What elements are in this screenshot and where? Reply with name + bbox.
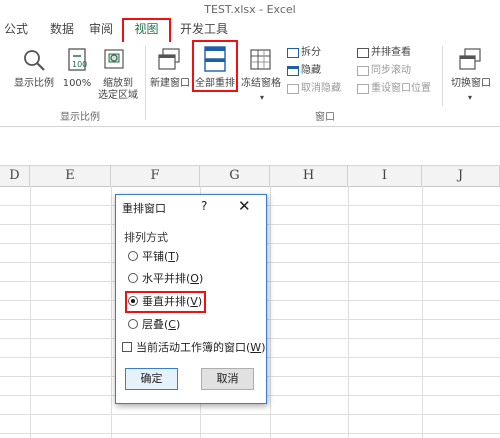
grid-line	[0, 433, 500, 434]
split-button[interactable]: 拆分	[301, 47, 331, 59]
radio-icon[interactable]	[128, 319, 138, 329]
freeze-panes-icon	[249, 48, 273, 72]
arrange-section-label: 排列方式	[124, 231, 168, 244]
new-window-button[interactable]: 新建窗口	[147, 78, 193, 90]
column-header-i[interactable]: I	[348, 166, 422, 186]
ok-button[interactable]: 确定	[125, 368, 178, 390]
arrange-windows-dialog: 重排窗口 ? ✕ 排列方式 平铺(T) 水平并排(O) 垂直并排(V) 层叠(C…	[115, 194, 267, 404]
column-header-h[interactable]: H	[270, 166, 348, 186]
unhide-button[interactable]: 取消隐藏	[301, 83, 345, 95]
tab-view[interactable]: 视图	[124, 18, 169, 40]
sync-scroll-button[interactable]: 同步滚动	[371, 65, 421, 77]
formula-bar-area	[0, 127, 500, 166]
divider	[442, 46, 443, 106]
option-vertical-label: 垂直并排	[142, 295, 186, 308]
cancel-button[interactable]: 取消	[201, 368, 254, 390]
radio-icon[interactable]	[128, 273, 138, 283]
ribbon: 显示比例 100 100% 缩放到 选定区域 显示比例 新建窗口 全部重排 冻结…	[0, 40, 500, 127]
divider	[145, 46, 146, 120]
option-horizontal-key: O	[190, 272, 199, 285]
group-label-zoom: 显示比例	[60, 112, 100, 123]
tab-review[interactable]: 审阅	[86, 18, 116, 40]
option-tiled-key: T	[168, 250, 176, 263]
option-cascade[interactable]: 层叠(C)	[128, 317, 180, 333]
option-vertical[interactable]: 垂直并排(V)	[128, 294, 202, 310]
option-cascade-label: 层叠	[142, 318, 164, 331]
hide-icon	[287, 66, 299, 76]
zoom-button[interactable]: 显示比例	[10, 78, 58, 90]
window-title: TEST.xlsx - Excel	[204, 3, 296, 16]
freeze-dropdown-icon[interactable]: ▾	[256, 92, 268, 104]
radio-icon[interactable]	[128, 251, 138, 261]
side-by-side-button[interactable]: 并排查看	[371, 47, 421, 59]
switch-windows-icon	[458, 48, 482, 72]
column-header-g[interactable]: G	[200, 166, 270, 186]
active-workbook-label: 当前活动工作簿的窗口	[136, 341, 246, 354]
column-header-f[interactable]: F	[111, 166, 200, 186]
zoom-selection-label-2[interactable]: 选定区域	[96, 90, 140, 102]
dialog-title: 重排窗口	[122, 202, 166, 215]
column-headers: D E F G H I J	[0, 166, 500, 187]
split-icon	[287, 48, 299, 58]
column-header-d[interactable]: D	[0, 166, 30, 186]
grid-line	[0, 414, 500, 415]
option-tiled-label: 平铺	[142, 250, 164, 263]
switch-windows-button[interactable]: 切换窗口	[446, 78, 496, 90]
help-button[interactable]: ?	[201, 199, 207, 213]
group-label-window: 窗口	[315, 112, 335, 123]
arrange-all-icon	[204, 46, 226, 72]
zoom-selection-label-1[interactable]: 缩放到	[96, 78, 140, 90]
column-header-e[interactable]: E	[30, 166, 111, 186]
hide-button[interactable]: 隐藏	[301, 65, 331, 77]
checkbox-icon[interactable]	[122, 342, 132, 352]
freeze-panes-button[interactable]: 冻结窗格	[238, 78, 284, 90]
tab-data[interactable]: 数据	[44, 18, 80, 40]
switch-dropdown-icon[interactable]: ▾	[464, 92, 476, 104]
close-icon[interactable]: ✕	[238, 197, 251, 215]
radio-selected-icon[interactable]	[128, 296, 138, 306]
sync-scroll-icon	[357, 66, 369, 76]
side-by-side-icon	[357, 48, 369, 58]
active-workbook-key: W	[250, 341, 262, 354]
zoom-selection-icon	[103, 48, 127, 72]
option-tiled[interactable]: 平铺(T)	[128, 249, 179, 265]
svg-text:100: 100	[72, 60, 87, 69]
column-header-j[interactable]: J	[422, 166, 500, 186]
arrange-all-button[interactable]: 全部重排	[193, 78, 237, 90]
tab-formulas[interactable]: 公式	[0, 18, 32, 40]
option-horizontal-label: 水平并排	[142, 272, 186, 285]
active-workbook-checkbox[interactable]: 当前活动工作簿的窗口(W)	[122, 340, 265, 356]
zoom-icon	[22, 48, 46, 72]
zoom-100-icon: 100	[67, 48, 89, 72]
option-horizontal[interactable]: 水平并排(O)	[128, 271, 203, 287]
new-window-icon	[157, 48, 181, 72]
option-vertical-key: V	[190, 295, 198, 308]
zoom-100-button[interactable]: 100%	[60, 78, 94, 90]
unhide-icon	[287, 84, 299, 94]
reset-position-icon	[357, 84, 369, 94]
option-cascade-key: C	[168, 318, 176, 331]
tab-developer[interactable]: 开发工具	[180, 18, 228, 40]
reset-position-button[interactable]: 重设窗口位置	[371, 83, 437, 95]
